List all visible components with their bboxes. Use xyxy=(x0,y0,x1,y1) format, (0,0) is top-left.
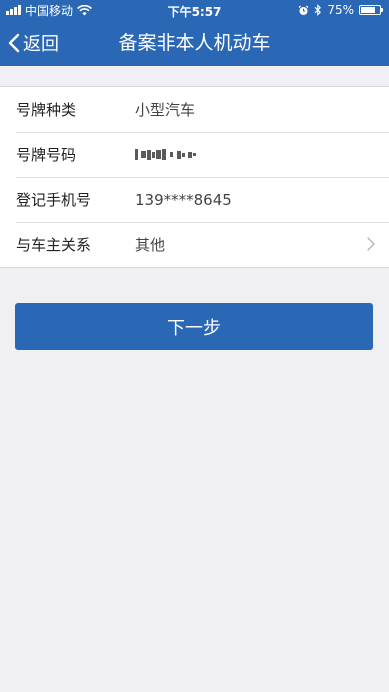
relationship-value: 其他 xyxy=(135,236,166,254)
status-right: 75% xyxy=(298,3,383,17)
vehicle-form: 号牌种类 小型汽车 号牌号码 登记手机号 139****8645 与车主关系 其… xyxy=(0,86,389,268)
form-row-plate-number: 号牌号码 xyxy=(0,132,389,177)
next-step-button[interactable]: 下一步 xyxy=(15,303,373,350)
battery-level-fill xyxy=(361,7,375,13)
battery-icon xyxy=(359,5,383,15)
page-title: 备案非本人机动车 xyxy=(118,32,271,54)
bluetooth-icon xyxy=(314,4,322,16)
navigation-bar: 返回 备案非本人机动车 xyxy=(0,20,389,66)
plate-type-value: 小型汽车 xyxy=(135,101,196,119)
phone-value: 139****8645 xyxy=(135,190,232,209)
form-row-relationship[interactable]: 与车主关系 其他 xyxy=(0,222,389,267)
masked-plate-number xyxy=(135,148,196,162)
form-row-phone: 登记手机号 139****8645 xyxy=(0,177,389,222)
plate-type-label: 号牌种类 xyxy=(16,101,77,119)
plate-number-label: 号牌号码 xyxy=(16,146,77,164)
chevron-right-icon xyxy=(367,237,375,251)
alarm-clock-icon xyxy=(298,5,309,15)
battery-percent: 75% xyxy=(327,3,354,17)
relationship-label: 与车主关系 xyxy=(16,236,92,254)
form-row-plate-type: 号牌种类 小型汽车 xyxy=(0,87,389,132)
status-bar: 中国移动 下午5:57 75% xyxy=(0,0,389,20)
phone-label: 登记手机号 xyxy=(16,191,92,209)
